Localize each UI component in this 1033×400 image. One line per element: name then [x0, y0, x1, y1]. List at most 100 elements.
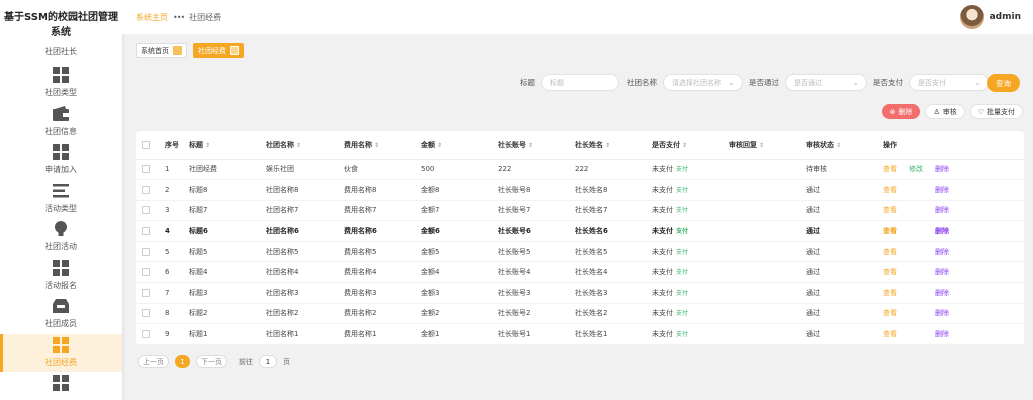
pay-link[interactable]: 支付	[676, 249, 688, 256]
view-link[interactable]: 查看	[883, 206, 897, 214]
sort-icon[interactable]: ⇕	[605, 142, 610, 149]
delete-link[interactable]: 删除	[935, 165, 949, 173]
column-header[interactable]: 审核回复 ⇕	[729, 131, 806, 160]
row-checkbox[interactable]	[136, 282, 165, 304]
column-header[interactable]: 是否支付 ⇕	[652, 131, 729, 160]
delete-link[interactable]: 删除	[935, 206, 949, 214]
club-label: 社团名称	[627, 78, 657, 87]
delete-link[interactable]: 删除	[935, 186, 949, 194]
pay-link[interactable]: 支付	[676, 331, 688, 338]
breadcrumb-home[interactable]: 系统主页	[136, 12, 168, 23]
search-button[interactable]: 查询	[987, 74, 1020, 92]
pay-link[interactable]: 支付	[676, 290, 688, 297]
paid-select[interactable]: 是否支付 ⌄	[909, 74, 989, 91]
list-icon	[52, 182, 70, 200]
sidebar-item-10[interactable]	[0, 372, 122, 400]
delete-link[interactable]: 删除	[935, 248, 949, 256]
select-all-checkbox[interactable]	[136, 131, 165, 160]
sidebar-item-9[interactable]: 社团经费	[0, 333, 122, 372]
sort-icon[interactable]: ⇕	[759, 142, 764, 149]
page-number-current[interactable]: 1	[175, 355, 190, 368]
sidebar-item-5[interactable]: 活动类型	[0, 180, 122, 219]
sidebar-item-4[interactable]: 申请加入	[0, 141, 122, 180]
column-header-label: 序号	[165, 140, 179, 149]
review-button[interactable]: ♙ 审核	[925, 104, 965, 119]
cell-no: 5	[165, 241, 189, 263]
prev-page-button[interactable]: 上一页	[138, 355, 169, 368]
column-header[interactable]: 费用名称 ⇕	[344, 131, 421, 160]
column-header[interactable]: 审核状态 ⇕	[806, 131, 883, 160]
sidebar-item-3[interactable]: 社团信息	[0, 103, 122, 142]
title-input[interactable]: 标题	[541, 74, 619, 91]
user-menu[interactable]: admin	[959, 5, 1021, 29]
batch-pay-button[interactable]: ♡ 批量支付	[969, 104, 1023, 119]
cell-paid: 未支付 支付	[652, 179, 729, 201]
view-link[interactable]: 查看	[883, 330, 897, 338]
cell-title: 标题8	[189, 179, 266, 201]
column-header[interactable]: 社长账号 ⇕	[498, 131, 575, 160]
sidebar-item-7[interactable]: 活动报名	[0, 257, 122, 296]
cell-no: 6	[165, 261, 189, 284]
pay-link[interactable]: 支付	[676, 269, 688, 276]
sort-icon[interactable]: ⇕	[296, 142, 301, 149]
delete-link[interactable]: 删除	[935, 309, 949, 317]
delete-link[interactable]: 删除	[935, 289, 949, 297]
row-checkbox[interactable]	[136, 323, 165, 345]
delete-link[interactable]: 删除	[935, 227, 949, 235]
approve-select[interactable]: 是否通过 ⌄	[785, 74, 867, 91]
column-header[interactable]: 标题 ⇕	[189, 131, 266, 160]
sidebar-item-1[interactable]: 社团社长	[0, 46, 122, 64]
pay-link[interactable]: 支付	[676, 310, 688, 317]
cell-paid: 未支付 支付	[652, 261, 729, 284]
sort-icon[interactable]: ⇕	[682, 142, 687, 149]
pay-link[interactable]: 支付	[676, 207, 688, 214]
next-page-button[interactable]: 下一页	[196, 355, 227, 368]
pay-link[interactable]: 支付	[676, 166, 688, 173]
row-checkbox[interactable]	[136, 261, 165, 284]
row-checkbox[interactable]	[136, 220, 165, 242]
sidebar-item-2[interactable]: 社团类型	[0, 64, 122, 103]
column-header[interactable]: 社长姓名 ⇕	[575, 131, 652, 160]
pay-link[interactable]: 支付	[676, 228, 688, 235]
sort-icon[interactable]: ⇕	[836, 142, 841, 149]
view-link[interactable]: 查看	[883, 165, 897, 173]
delete-link[interactable]: 删除	[935, 268, 949, 276]
delete-button[interactable]: ⊗ 删除	[881, 104, 921, 119]
delete-link[interactable]: 删除	[935, 330, 949, 338]
user-name[interactable]: admin	[990, 12, 1021, 22]
row-checkbox[interactable]	[136, 200, 165, 222]
sort-icon[interactable]: ⇕	[437, 142, 442, 149]
row-checkbox[interactable]	[136, 179, 165, 201]
sidebar-item-label: 社团活动	[45, 242, 77, 251]
view-link[interactable]: 查看	[883, 248, 897, 256]
cell-fee: 费用名称5	[344, 241, 421, 263]
tab-club-funds[interactable]: 社团经费	[193, 43, 244, 58]
sidebar-item-6[interactable]: 社团活动	[0, 218, 122, 257]
row-checkbox[interactable]	[136, 241, 165, 263]
row-checkbox[interactable]	[136, 303, 165, 325]
edit-link[interactable]: 修改	[909, 165, 923, 173]
cell-paid: 未支付 支付	[652, 282, 729, 304]
cell-fee: 费用名称4	[344, 261, 421, 284]
view-link[interactable]: 查看	[883, 289, 897, 297]
view-link[interactable]: 查看	[883, 309, 897, 317]
view-link[interactable]: 查看	[883, 268, 897, 276]
sort-icon[interactable]: ⇕	[205, 142, 210, 149]
batch-pay-button-label: 批量支付	[987, 107, 1015, 116]
sidebar-item-label: 社团类型	[45, 88, 77, 97]
sidebar-item-8[interactable]: 社团成员	[0, 295, 122, 334]
avatar[interactable]	[959, 5, 984, 29]
tab-home[interactable]: 系统首页	[136, 43, 187, 58]
column-header[interactable]: 金额 ⇕	[421, 131, 498, 160]
pay-link[interactable]: 支付	[676, 187, 688, 194]
view-link[interactable]: 查看	[883, 186, 897, 194]
sort-icon[interactable]: ⇕	[528, 142, 533, 149]
row-checkbox[interactable]	[136, 159, 165, 181]
column-header[interactable]: 社团名称 ⇕	[266, 131, 344, 160]
club-select[interactable]: 请选择社团名称 ⌄	[663, 74, 743, 91]
view-link[interactable]: 查看	[883, 227, 897, 235]
goto-page-input[interactable]: 1	[259, 355, 277, 368]
cell-account: 社长账号2	[498, 303, 575, 325]
sort-icon[interactable]: ⇕	[374, 142, 379, 149]
close-icon[interactable]	[230, 46, 239, 55]
